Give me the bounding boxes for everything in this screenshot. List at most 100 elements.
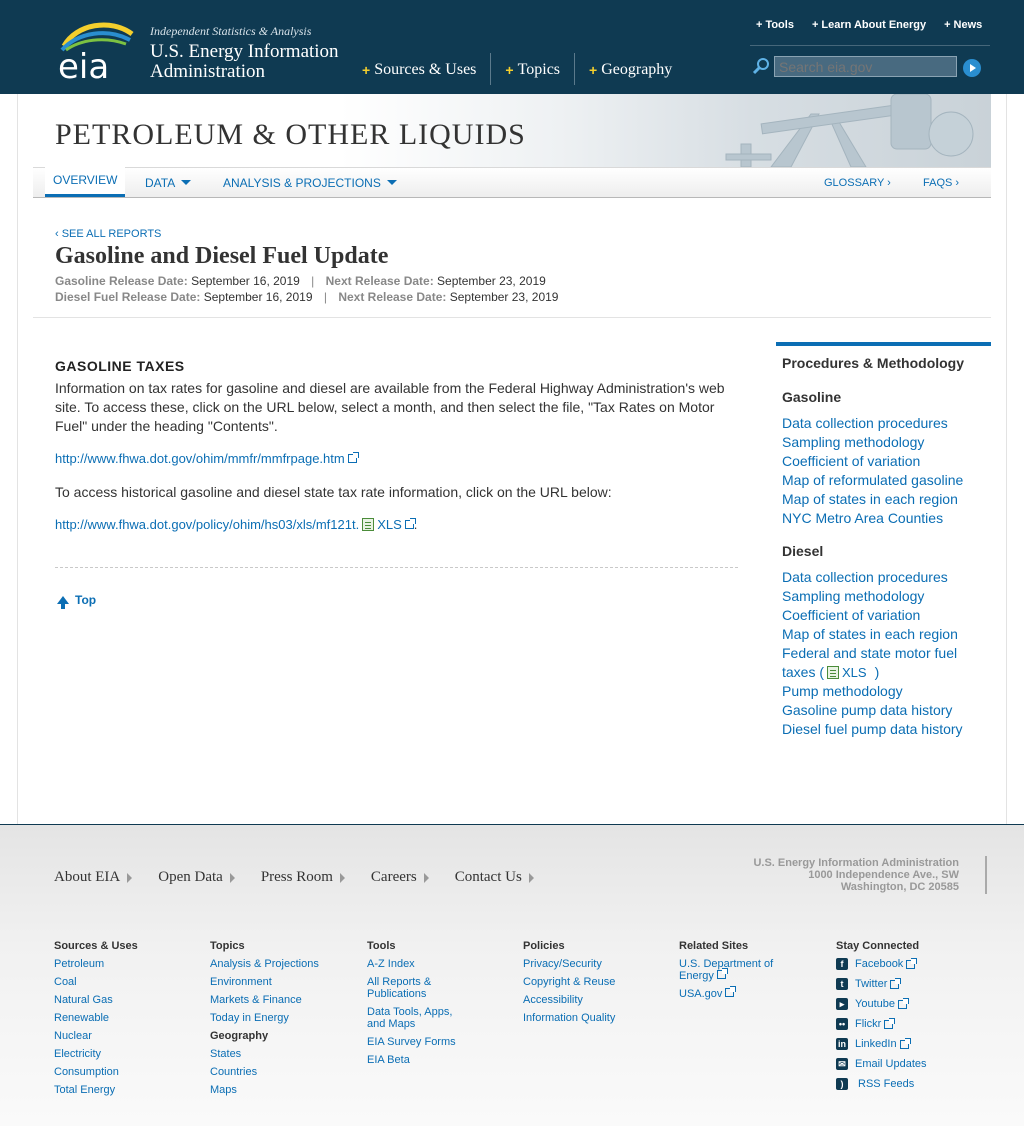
sidebar-link[interactable]: Coefficient of variation [782, 452, 963, 471]
nav-topics[interactable]: + Topics [490, 53, 574, 85]
faqs-link[interactable]: FAQS › [923, 177, 959, 189]
footer-link[interactable]: Consumption [54, 1066, 138, 1078]
fhwa-mmfr-link[interactable]: http://www.fhwa.dot.gov/ohim/mmfr/mmfrpa… [55, 451, 359, 466]
diesel-release-date: September 16, 2019 [203, 290, 313, 304]
footer-address: U.S. Energy Information Administration 1… [753, 857, 959, 893]
nav-geography[interactable]: + Geography [574, 53, 686, 85]
tab-overview[interactable]: OVERVIEW [45, 167, 126, 197]
xls-link[interactable]: XLS [377, 517, 402, 532]
top-link-tools[interactable]: + Tools [756, 19, 794, 31]
footer-link[interactable]: EIA Survey Forms [367, 1036, 467, 1048]
footer-link-usagov[interactable]: USA.gov [679, 986, 789, 1000]
footer-col-title: Policies [523, 940, 565, 952]
youtube-icon: ▸ [836, 998, 848, 1010]
social-flickr[interactable]: •• Flickr [836, 1017, 927, 1030]
sidebar-link[interactable]: Federal and state motor fuel [782, 644, 963, 663]
footer-link[interactable]: Analysis & Projections [210, 958, 319, 970]
gasoline-next-date: September 23, 2019 [437, 274, 546, 288]
footer-link[interactable]: Electricity [54, 1048, 138, 1060]
footer-nav-contact[interactable]: Contact Us [455, 869, 534, 886]
search-icon [752, 58, 769, 75]
sidebar-link[interactable]: Data collection procedures [782, 568, 963, 587]
sidebar-link[interactable]: Sampling methodology [782, 587, 963, 606]
footer-link[interactable]: Coal [54, 976, 138, 988]
footer-link[interactable]: Accessibility [523, 994, 615, 1006]
tab-analysis-projections[interactable]: ANALYSIS & PROJECTIONS [223, 168, 397, 197]
sidebar-link[interactable]: Map of reformulated gasoline [782, 471, 963, 490]
search-input[interactable] [774, 56, 957, 77]
see-all-reports-link[interactable]: ‹ SEE ALL REPORTS [55, 228, 161, 240]
agency-name[interactable]: U.S. Energy Information Administration [150, 42, 360, 82]
social-facebook[interactable]: f Facebook [836, 957, 927, 970]
gasoline-next-label: Next Release Date: [325, 274, 434, 288]
eia-logo[interactable]: eia [56, 20, 136, 82]
footer-link[interactable]: Nuclear [54, 1030, 138, 1042]
footer-link[interactable]: Copyright & Reuse [523, 976, 615, 988]
top-link-learn[interactable]: + Learn About Energy [812, 19, 926, 31]
footer-link-doe[interactable]: U.S. Department of Energy [679, 958, 789, 982]
sidebar-link[interactable]: Map of states in each region [782, 490, 963, 509]
back-to-top-link[interactable]: Top [57, 593, 96, 609]
fhwa-historical-link[interactable]: http://www.fhwa.dot.gov/policy/ohim/hs03… [55, 517, 359, 532]
footer-link[interactable]: Petroleum [54, 958, 138, 970]
plus-icon: + [811, 19, 819, 31]
spreadsheet-icon [827, 666, 840, 679]
footer-link[interactable]: Maps [210, 1084, 319, 1096]
footer-link[interactable]: A-Z Index [367, 958, 467, 970]
footer-nav-open-data[interactable]: Open Data [158, 869, 235, 886]
sidebar-gasoline-heading: Gasoline [782, 389, 842, 405]
sidebar-link[interactable]: Diesel fuel pump data history [782, 720, 963, 739]
gasoline-release-label: Gasoline Release Date: [55, 274, 188, 288]
chevron-down-icon [181, 180, 192, 185]
twitter-icon: t [836, 978, 848, 990]
footer-link[interactable]: Natural Gas [54, 994, 138, 1006]
diesel-release-label: Diesel Fuel Release Date: [55, 290, 201, 304]
social-youtube[interactable]: ▸ Youtube [836, 997, 927, 1010]
plus-icon: + [505, 62, 514, 78]
footer-col-title: Tools [367, 940, 396, 952]
nav-sources-uses[interactable]: + Sources & Uses [362, 53, 490, 85]
divider [33, 317, 991, 318]
footer-link[interactable]: Renewable [54, 1012, 138, 1024]
social-rss[interactable]: ) RSS Feeds [836, 1078, 927, 1090]
footer-link[interactable]: Information Quality [523, 1012, 615, 1024]
divider [750, 45, 990, 46]
sidebar-diesel-list: Data collection procedures Sampling meth… [782, 568, 963, 739]
sidebar-link[interactable]: Gasoline pump data history [782, 701, 963, 720]
separator: | [323, 290, 327, 304]
sidebar-link[interactable]: Data collection procedures [782, 414, 963, 433]
footer-link[interactable]: Environment [210, 976, 319, 988]
external-link-icon [897, 997, 909, 1009]
arrow-right-icon [229, 872, 235, 883]
sidebar-link[interactable]: Pump methodology [782, 682, 963, 701]
gasoline-release-date: September 16, 2019 [191, 274, 300, 288]
footer-link[interactable]: All Reports & Publications [367, 976, 447, 1000]
footer-link[interactable]: Total Energy [54, 1084, 138, 1096]
flickr-icon: •• [836, 1018, 848, 1030]
footer-nav-about[interactable]: About EIA [54, 869, 133, 886]
fhwa-historical-link-row: http://www.fhwa.dot.gov/policy/ohim/hs03… [55, 517, 417, 532]
tab-data[interactable]: DATA [145, 168, 192, 197]
footer-link[interactable]: States [210, 1048, 319, 1060]
footer-link[interactable]: Privacy/Security [523, 958, 615, 970]
footer-link[interactable]: Countries [210, 1066, 319, 1078]
sidebar-link[interactable]: Coefficient of variation [782, 606, 963, 625]
section-heading: GASOLINE TAXES [55, 358, 185, 374]
top-link-news[interactable]: + News [944, 19, 982, 31]
sidebar-link[interactable]: NYC Metro Area Counties [782, 509, 963, 528]
sidebar-link[interactable]: Map of states in each region [782, 625, 963, 644]
social-email[interactable]: ✉ Email Updates [836, 1058, 927, 1070]
sidebar-link[interactable]: Sampling methodology [782, 433, 963, 452]
search-submit-button[interactable] [963, 59, 981, 77]
social-linkedin[interactable]: in LinkedIn [836, 1037, 927, 1050]
footer-link[interactable]: Markets & Finance [210, 994, 319, 1006]
external-link-icon [347, 452, 359, 463]
methodology-sidebar: Procedures & Methodology Gasoline Data c… [776, 342, 991, 737]
glossary-link[interactable]: GLOSSARY › [824, 177, 891, 189]
social-twitter[interactable]: t Twitter [836, 977, 927, 990]
footer-link[interactable]: Today in Energy [210, 1012, 319, 1024]
footer-nav-careers[interactable]: Careers [371, 869, 429, 886]
footer-nav-press-room[interactable]: Press Room [261, 869, 345, 886]
footer-link[interactable]: EIA Beta [367, 1054, 467, 1066]
footer-link[interactable]: Data Tools, Apps, and Maps [367, 1006, 457, 1030]
